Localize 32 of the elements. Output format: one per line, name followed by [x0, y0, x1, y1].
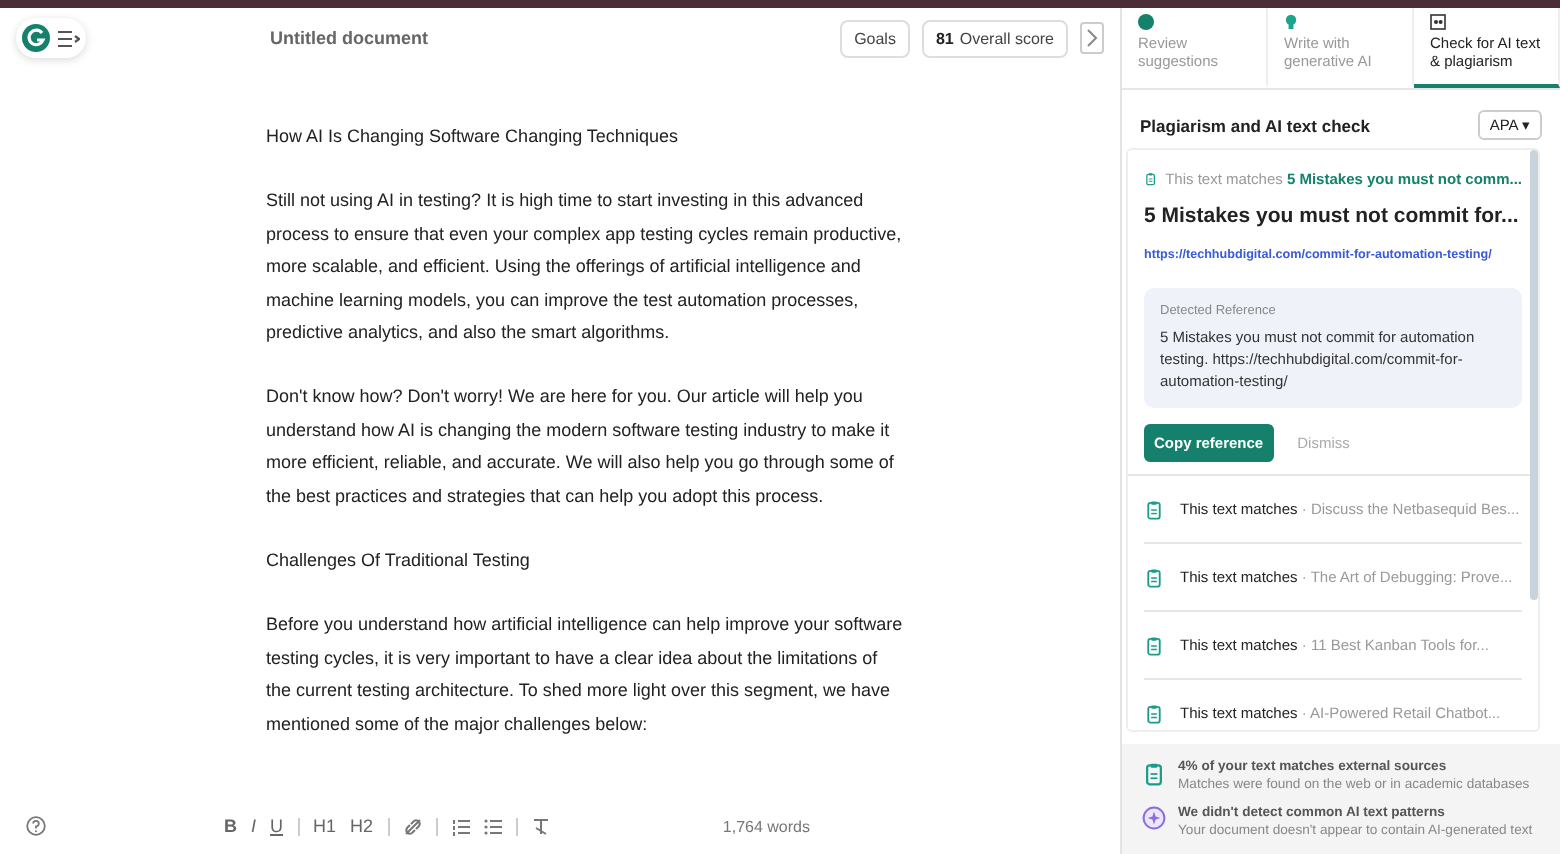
document-paragraph: Before you understand how artificial intelligence can help improve your software testing cycles, it is very important to have a clear idea about the limitations of the current testing architecture. To shed more light over this segment, we have mentioned some of the major challenges below: — [266, 612, 905, 738]
clipboard-icon — [1144, 565, 1164, 589]
goals-button[interactable]: Goals — [840, 19, 910, 57]
scrollbar[interactable] — [1530, 150, 1538, 600]
document-paragraph: How AI Is Changing Software Changing Techniques — [266, 124, 680, 150]
clipboard-icon — [1142, 760, 1166, 788]
chevron-icon[interactable] — [1080, 22, 1104, 54]
sparkle-icon — [1142, 806, 1166, 830]
clear-format-icon[interactable] — [531, 817, 550, 835]
help-icon[interactable] — [26, 816, 46, 836]
link-icon[interactable] — [403, 817, 422, 835]
clipboard-icon — [1144, 701, 1164, 725]
match-title: 5 Mistakes you must not commit for... — [1144, 204, 1521, 228]
numbered-list-icon[interactable] — [451, 817, 470, 835]
panel-heading: Plagiarism and AI text check — [1140, 115, 1370, 135]
score-button[interactable]: 81 Overall score — [921, 19, 1068, 57]
document-paragraph: Challenges Of Traditional Testing — [266, 548, 532, 575]
bold-button[interactable]: B — [224, 816, 237, 836]
clipboard-icon — [1144, 633, 1164, 657]
heading-one-button[interactable]: H1 — [313, 816, 337, 836]
clipboard-icon — [1144, 497, 1164, 521]
quote-icon — [1430, 14, 1446, 30]
menu-icon[interactable] — [58, 29, 80, 47]
word-count[interactable]: 1,764 words — [722, 817, 810, 835]
heading-two-button[interactable]: H2 — [350, 816, 374, 836]
bullet-list-icon[interactable] — [483, 817, 502, 835]
italic-button[interactable]: I — [251, 816, 257, 836]
underline-button[interactable]: U — [270, 816, 284, 836]
document-title: Untitled document — [270, 28, 430, 48]
document-paragraph: Still not using AI in testing? It is high time to start investing in this advanced process to ensure that even your complex app testing cycles remain productive, more scalable, and efficient. Using the offerings of artificial intelligence and machine learning models, you can improve the test automation processes, predictive analytics, and also the smart algorithms. — [266, 188, 904, 347]
document-paragraph: Don't know how? Don't worry! We are here for you. Our article will help you understand how AI is changing the modern software testing industry to make it more efficient, reliable, and accurate. We will also help you go through some of the best practices and strategies that can help you adopt this process. — [266, 384, 896, 510]
bulb-icon — [1284, 14, 1298, 30]
